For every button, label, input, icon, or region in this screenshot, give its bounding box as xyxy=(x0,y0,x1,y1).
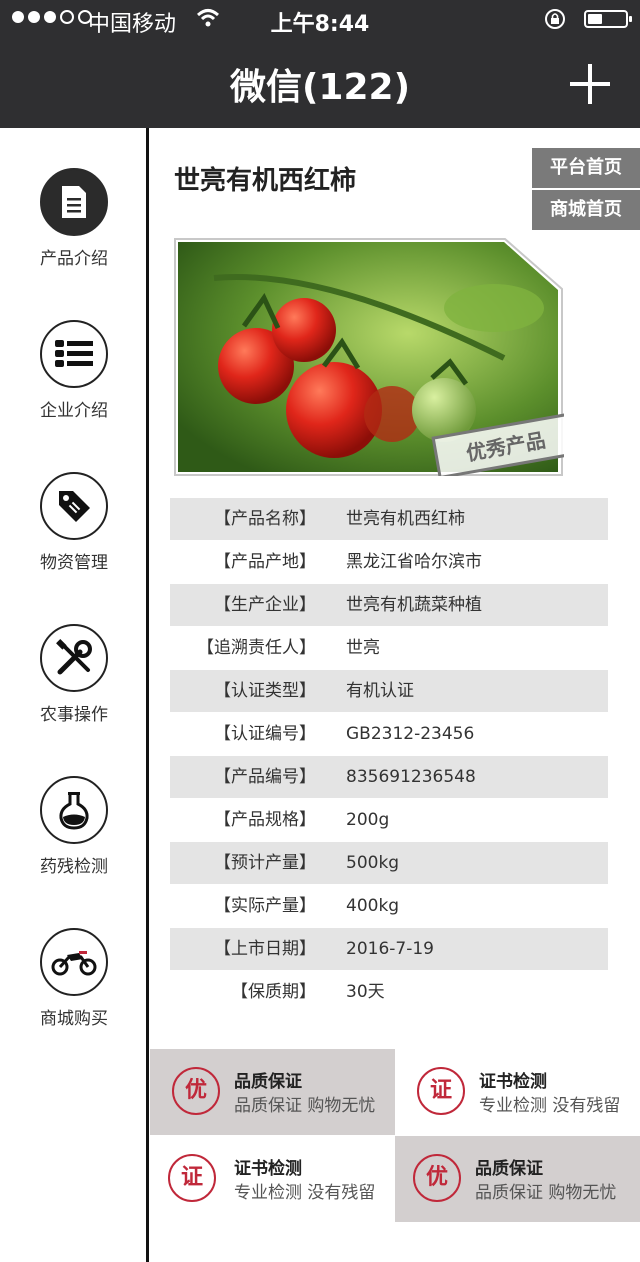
detail-label: 【预计产量】 xyxy=(214,853,316,873)
detail-label: 【产品名称】 xyxy=(214,509,316,529)
tools-icon xyxy=(40,624,108,692)
quality-badge-icon: 优 xyxy=(413,1154,461,1202)
detail-value: 200g xyxy=(346,810,390,830)
sidebar-item-product-intro[interactable]: 产品介绍 xyxy=(0,168,148,269)
detail-label: 【生产企业】 xyxy=(214,595,316,615)
sidebar: 产品介绍 企业介绍 物资管理 农事操作 药残检测 商城购买 xyxy=(0,128,148,1262)
rotation-lock-icon xyxy=(545,9,565,29)
detail-label: 【产品产地】 xyxy=(214,552,316,572)
product-title: 世亮有机西红柿 xyxy=(174,166,357,196)
detail-row: 【预计产量】 500kg xyxy=(170,842,608,884)
feature-title: 品质保证 xyxy=(475,1159,543,1179)
sidebar-item-company-intro[interactable]: 企业介绍 xyxy=(0,320,148,421)
detail-value: 400kg xyxy=(346,896,400,916)
feature-subtitle: 品质保证 购物无忧 xyxy=(234,1096,376,1116)
product-image: 优秀产品 xyxy=(174,238,564,476)
detail-label: 【认证类型】 xyxy=(214,681,316,701)
sidebar-item-mall[interactable]: 商城购买 xyxy=(0,928,148,1029)
sidebar-item-label: 农事操作 xyxy=(40,705,108,725)
detail-label: 【上市日期】 xyxy=(214,939,316,959)
detail-value: 2016-7-19 xyxy=(346,939,434,959)
sidebar-item-label: 商城购买 xyxy=(40,1009,108,1029)
sidebar-item-label: 产品介绍 xyxy=(40,249,108,269)
detail-value: 世亮 xyxy=(346,638,380,658)
motorcycle-icon xyxy=(40,928,108,996)
document-icon xyxy=(40,168,108,236)
detail-label: 【产品规格】 xyxy=(214,810,316,830)
platform-home-button[interactable]: 平台首页 xyxy=(532,148,640,188)
mall-home-button[interactable]: 商城首页 xyxy=(532,190,640,230)
list-icon xyxy=(40,320,108,388)
feature-subtitle: 品质保证 购物无忧 xyxy=(475,1183,617,1203)
detail-label: 【实际产量】 xyxy=(214,896,316,916)
detail-row: 【上市日期】 2016-7-19 xyxy=(170,928,608,970)
detail-value: 世亮有机西红柿 xyxy=(346,509,465,529)
detail-row: 【产品规格】 200g xyxy=(170,799,608,841)
certificate-badge-icon: 证 xyxy=(168,1154,216,1202)
feature-certificate: 证 证书检测 专业检测 没有残留 xyxy=(150,1136,395,1222)
detail-value: 835691236548 xyxy=(346,767,476,787)
sidebar-item-materials[interactable]: 物资管理 xyxy=(0,472,148,573)
feature-title: 证书检测 xyxy=(234,1159,302,1179)
top-bar: 中国移动 上午8:44 微信(122) xyxy=(0,0,640,128)
flask-icon xyxy=(40,776,108,844)
sidebar-item-farming[interactable]: 农事操作 xyxy=(0,624,148,725)
detail-label: 【保质期】 xyxy=(231,982,316,1002)
feature-subtitle: 专业检测 没有残留 xyxy=(234,1183,376,1203)
page-title: 微信(122) xyxy=(229,67,411,108)
tag-icon xyxy=(40,472,108,540)
feature-title: 证书检测 xyxy=(479,1072,547,1092)
sidebar-divider xyxy=(146,128,149,1262)
detail-row: 【产品编号】 835691236548 xyxy=(170,756,608,798)
feature-certificate: 证 证书检测 专业检测 没有残留 xyxy=(395,1049,640,1135)
detail-row: 【认证编号】 GB2312-23456 xyxy=(170,713,608,755)
add-button[interactable] xyxy=(570,64,610,104)
feature-quality: 优 品质保证 品质保证 购物无忧 xyxy=(395,1136,640,1222)
detail-value: 世亮有机蔬菜种植 xyxy=(346,595,482,615)
detail-row: 【实际产量】 400kg xyxy=(170,885,608,927)
detail-value: 30天 xyxy=(346,982,385,1002)
detail-row: 【追溯责任人】 世亮 xyxy=(170,627,608,669)
quality-badge-icon: 优 xyxy=(172,1067,220,1115)
detail-label: 【认证编号】 xyxy=(214,724,316,744)
detail-value: 500kg xyxy=(346,853,400,873)
detail-value: 黑龙江省哈尔滨市 xyxy=(346,552,482,572)
feature-title: 品质保证 xyxy=(234,1072,302,1092)
detail-label: 【追溯责任人】 xyxy=(197,638,316,658)
detail-row: 【产品产地】 黑龙江省哈尔滨市 xyxy=(170,541,608,583)
feature-quality: 优 品质保证 品质保证 购物无忧 xyxy=(150,1049,395,1135)
detail-value: GB2312-23456 xyxy=(346,724,475,744)
detail-label: 【产品编号】 xyxy=(214,767,316,787)
detail-row: 【产品名称】 世亮有机西红柿 xyxy=(170,498,608,540)
detail-row: 【生产企业】 世亮有机蔬菜种植 xyxy=(170,584,608,626)
certificate-badge-icon: 证 xyxy=(417,1067,465,1115)
status-bar: 中国移动 上午8:44 xyxy=(0,0,640,40)
detail-value: 有机认证 xyxy=(346,681,414,701)
feature-subtitle: 专业检测 没有残留 xyxy=(479,1096,621,1116)
sidebar-item-label: 企业介绍 xyxy=(40,401,108,421)
detail-row: 【保质期】 30天 xyxy=(170,971,608,1013)
detail-row: 【认证类型】 有机认证 xyxy=(170,670,608,712)
battery-icon xyxy=(584,10,632,28)
sidebar-item-residue-test[interactable]: 药残检测 xyxy=(0,776,148,877)
sidebar-item-label: 物资管理 xyxy=(40,553,108,573)
sidebar-item-label: 药残检测 xyxy=(40,857,108,877)
